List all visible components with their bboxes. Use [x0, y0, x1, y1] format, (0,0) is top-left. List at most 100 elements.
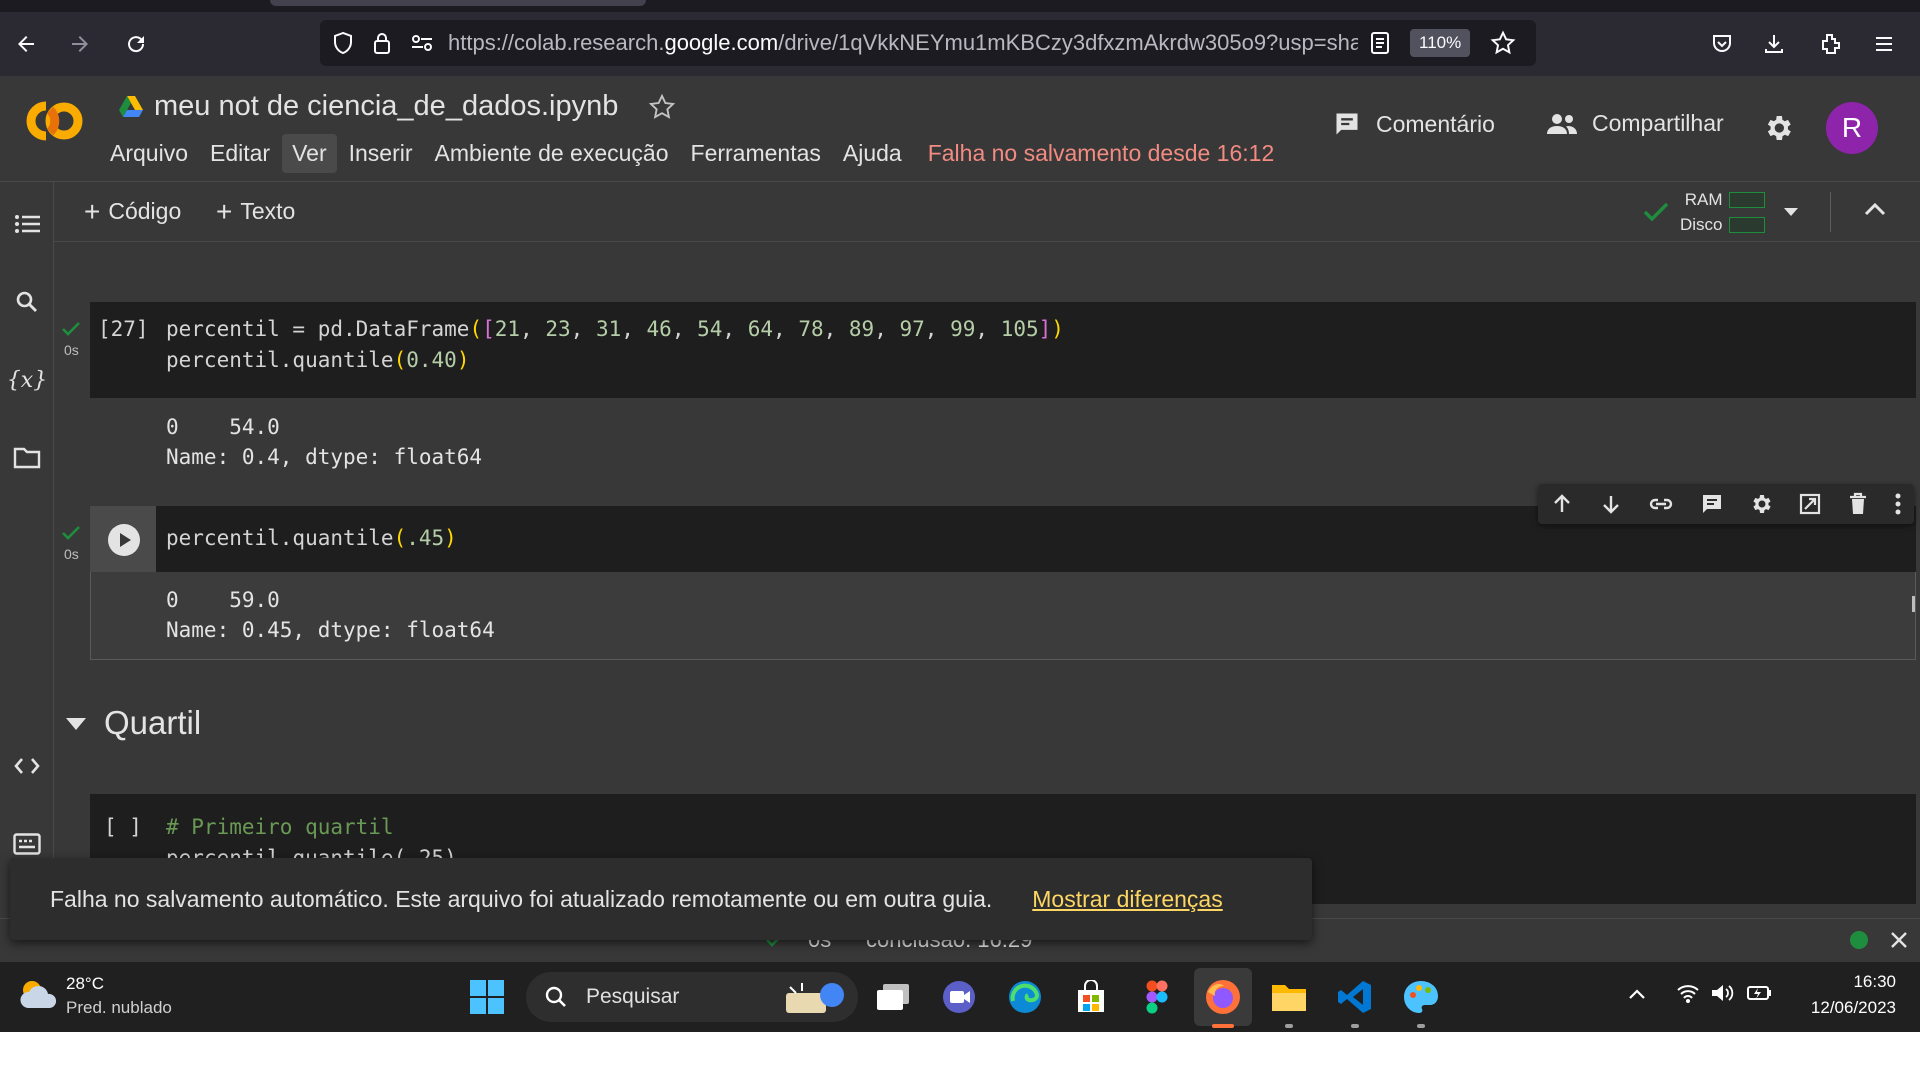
code-cell[interactable]: [27] percentil = pd.DataFrame([21, 23, 3…: [90, 302, 1916, 398]
hamburger-menu-icon[interactable]: [1862, 22, 1906, 66]
show-differences-link[interactable]: Mostrar diferenças: [1032, 886, 1222, 913]
section-heading[interactable]: Quartil: [104, 704, 201, 742]
wifi-icon[interactable]: [1676, 982, 1700, 1004]
pocket-icon[interactable]: [1700, 22, 1744, 66]
cell-toolbar: [1538, 484, 1914, 524]
more-options-icon[interactable]: [1894, 492, 1902, 516]
code-line[interactable]: percentil = pd.DataFrame([21, 23, 31, 46…: [166, 314, 1064, 345]
volume-icon[interactable]: [1710, 982, 1734, 1004]
url-text[interactable]: https://colab.research.google.com/drive/…: [448, 30, 1358, 56]
battery-charging-icon[interactable]: [1746, 982, 1772, 1004]
extensions-icon[interactable]: [1808, 22, 1852, 66]
show-hidden-icons-chevron-icon[interactable]: [1628, 988, 1646, 1000]
menu-editar[interactable]: Editar: [200, 134, 280, 173]
ram-usage-bar: [1728, 192, 1765, 208]
browser-active-tab[interactable]: [270, 0, 646, 6]
taskbar-search-box[interactable]: Pesquisar: [526, 972, 858, 1022]
menu-inserir[interactable]: Inserir: [339, 134, 423, 173]
task-view-icon[interactable]: [864, 968, 922, 1026]
user-avatar[interactable]: R: [1826, 102, 1878, 154]
weather-description[interactable]: Pred. nublado: [66, 998, 172, 1018]
mirror-cell-icon[interactable]: [1798, 492, 1822, 516]
windows-start-icon[interactable]: [458, 968, 516, 1026]
left-sidebar: {x}: [0, 182, 54, 962]
permissions-icon[interactable]: [410, 33, 434, 53]
screen-bottom-margin: [0, 1032, 1920, 1080]
comment-button[interactable]: Comentário: [1332, 110, 1495, 138]
browser-toolbar: https://colab.research.google.com/drive/…: [0, 12, 1920, 76]
microsoft-store-icon[interactable]: [1062, 968, 1120, 1026]
menu-arquivo[interactable]: Arquivo: [100, 134, 198, 173]
code-line[interactable]: percentil.quantile(0.40): [166, 345, 469, 376]
folder-icon[interactable]: [0, 436, 54, 480]
cell-exec-time: 0s: [64, 342, 79, 358]
add-text-label: Texto: [240, 198, 296, 224]
file-explorer-icon[interactable]: [1260, 968, 1318, 1026]
move-cell-down-icon[interactable]: [1599, 492, 1623, 516]
menu-ambiente-execucao[interactable]: Ambiente de execução: [425, 134, 679, 173]
menu-ajuda[interactable]: Ajuda: [833, 134, 912, 173]
move-cell-up-icon[interactable]: [1550, 492, 1574, 516]
edge-browser-icon[interactable]: [996, 968, 1054, 1026]
add-text-button[interactable]: + Texto: [216, 197, 296, 225]
zoom-level-badge[interactable]: 110%: [1410, 29, 1471, 57]
colab-header: meu not de ciencia_de_dados.ipynb Arquiv…: [0, 76, 1920, 182]
figma-icon[interactable]: [1128, 968, 1186, 1026]
reload-icon[interactable]: [114, 22, 158, 66]
variables-icon[interactable]: {x}: [0, 358, 54, 402]
run-cell-icon[interactable]: [107, 523, 141, 557]
firefox-icon[interactable]: [1194, 968, 1252, 1026]
connection-status-dot: [1850, 931, 1868, 949]
cell-settings-gear-icon[interactable]: [1749, 492, 1773, 516]
notebook-title[interactable]: meu not de ciencia_de_dados.ipynb: [154, 90, 618, 123]
bookmark-star-icon[interactable]: [1490, 30, 1516, 56]
cell-output-line: Name: 0.45, dtype: float64: [166, 618, 495, 642]
scrollbar-thumb[interactable]: [1912, 596, 1915, 612]
downloads-icon[interactable]: [1752, 22, 1796, 66]
cell-output-line: 0 59.0: [166, 588, 280, 612]
save-failure-status[interactable]: Falha no salvamento desde 16:12: [928, 140, 1275, 167]
code-line[interactable]: percentil.quantile(.45): [166, 523, 457, 554]
exec-count: [ ]: [104, 815, 142, 839]
google-drive-icon[interactable]: [118, 95, 144, 119]
clock-time[interactable]: 16:30: [1790, 972, 1896, 992]
collapse-header-icon[interactable]: [1864, 202, 1886, 216]
star-icon[interactable]: [648, 93, 676, 121]
forward-arrow-icon[interactable]: [58, 22, 102, 66]
weather-cloud-icon[interactable]: [16, 976, 58, 1012]
code-line[interactable]: # Primeiro quartil: [166, 812, 394, 843]
runtime-dropdown-icon[interactable]: [1784, 208, 1798, 216]
weather-temperature[interactable]: 28°C: [66, 974, 104, 994]
snackbar-message: Falha no salvamento automático. Este arq…: [50, 885, 993, 912]
comment-cell-icon[interactable]: [1699, 492, 1725, 516]
delete-cell-icon[interactable]: [1847, 492, 1869, 516]
lock-icon[interactable]: [372, 31, 394, 55]
disk-usage-bar: [1728, 217, 1765, 233]
running-app-indicator: [1417, 1024, 1425, 1028]
search-icon[interactable]: [0, 280, 54, 324]
back-arrow-icon[interactable]: [4, 22, 48, 66]
url-bar[interactable]: https://colab.research.google.com/drive/…: [320, 20, 1536, 66]
settings-gear-icon[interactable]: [1762, 112, 1794, 144]
menu-ferramentas[interactable]: Ferramentas: [681, 134, 831, 173]
clock-date[interactable]: 12/06/2023: [1790, 998, 1896, 1018]
add-code-button[interactable]: + Código: [84, 195, 181, 227]
running-app-indicator: [1351, 1024, 1359, 1028]
cell-exec-time: 0s: [64, 546, 79, 562]
resource-monitor[interactable]: RAM Disco: [1680, 188, 1765, 238]
teams-chat-icon[interactable]: [930, 968, 988, 1026]
share-button[interactable]: Compartilhar: [1546, 110, 1724, 137]
plus-icon: +: [84, 195, 101, 227]
colab-logo[interactable]: [14, 98, 86, 144]
reader-view-icon[interactable]: [1370, 31, 1392, 55]
code-snippets-icon[interactable]: [0, 744, 54, 788]
paint-icon[interactable]: [1392, 968, 1450, 1026]
table-of-contents-icon[interactable]: [0, 202, 54, 246]
close-status-icon[interactable]: [1890, 931, 1908, 949]
shield-icon[interactable]: [332, 31, 354, 55]
vscode-icon[interactable]: [1326, 968, 1384, 1026]
link-to-cell-icon[interactable]: [1648, 492, 1674, 516]
disk-label: Disco: [1680, 215, 1723, 234]
menu-ver[interactable]: Ver: [282, 134, 337, 173]
collapse-section-icon[interactable]: [66, 718, 86, 730]
